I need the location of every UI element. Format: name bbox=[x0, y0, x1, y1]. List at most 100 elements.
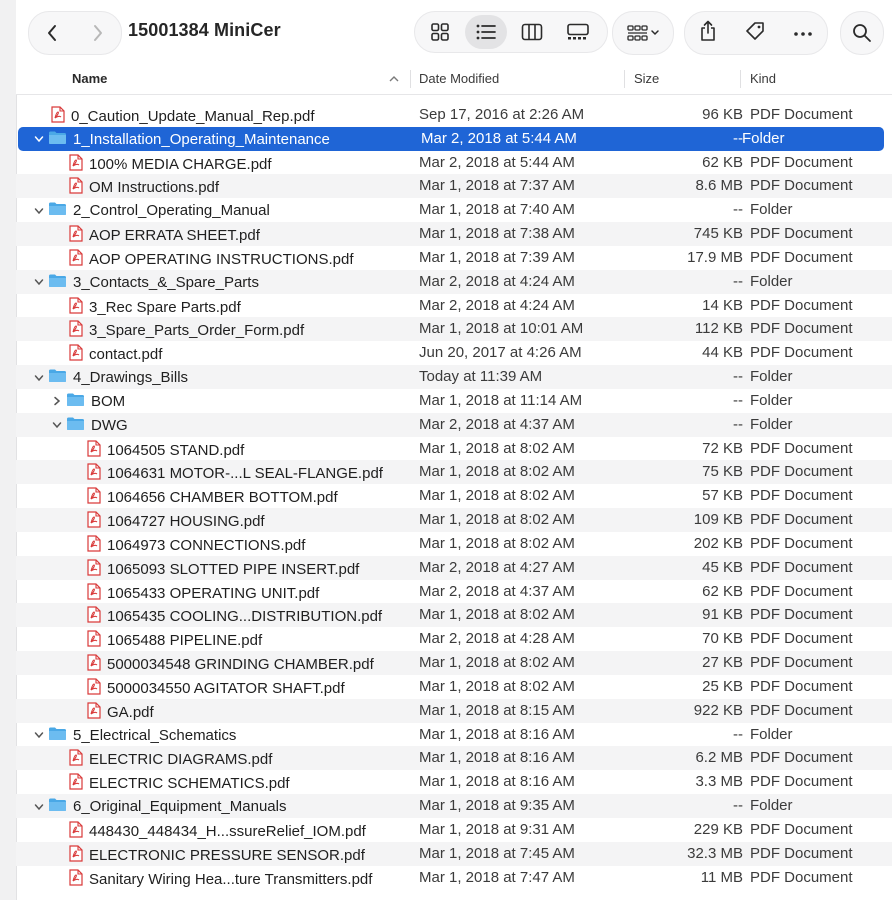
file-row[interactable]: 448430_448434_H...ssureRelief_IOM.pdf Mar… bbox=[16, 818, 892, 842]
folder-icon bbox=[48, 273, 67, 292]
file-row[interactable]: ELECTRIC DIAGRAMS.pdf Mar 1, 2018 at 8:16… bbox=[16, 746, 892, 771]
file-row[interactable]: 1065435 COOLING...DISTRIBUTION.pdf Mar 1,… bbox=[16, 603, 892, 628]
disclosure-expanded-icon[interactable] bbox=[32, 204, 46, 218]
size-cell: 202 KB bbox=[693, 534, 743, 552]
folder-row[interactable]: 4_Drawings_Bills Today at 11:39 AM -- Folde… bbox=[16, 365, 892, 389]
icon-view-button[interactable] bbox=[419, 15, 461, 49]
file-name: 1065433 OPERATING UNIT.pdf bbox=[107, 584, 320, 602]
date-modified-cell: Mar 1, 2018 at 8:16 AM bbox=[419, 725, 575, 743]
size-cell: -- bbox=[733, 201, 743, 219]
size-cell: 32.3 MB bbox=[687, 844, 743, 862]
file-row[interactable]: 1064727 HOUSING.pdf Mar 1, 2018 at 8:02 A… bbox=[16, 508, 892, 532]
name-cell: 3_Spare_Parts_Order_Form.pdf bbox=[50, 320, 304, 341]
name-column-header[interactable]: Name bbox=[72, 71, 107, 86]
file-row[interactable]: AOP ERRATA SHEET.pdf Mar 1, 2018 at 7:38 … bbox=[16, 222, 892, 246]
column-divider[interactable] bbox=[740, 70, 741, 88]
kind-cell: PDF Document bbox=[750, 439, 853, 457]
size-cell: 57 KB bbox=[702, 487, 743, 505]
size-cell: 112 KB bbox=[694, 320, 743, 338]
file-row[interactable]: 5000034550 AGITATOR SHAFT.pdf Mar 1, 2018… bbox=[16, 675, 892, 699]
file-row[interactable]: 3_Spare_Parts_Order_Form.pdf Mar 1, 2018 … bbox=[16, 317, 892, 342]
grid-icon bbox=[431, 23, 449, 41]
file-name: OM Instructions.pdf bbox=[89, 179, 220, 197]
kind-cell: PDF Document bbox=[750, 654, 853, 672]
pdf-file-icon bbox=[69, 868, 83, 890]
action-buttons bbox=[684, 11, 828, 55]
disclosure-collapsed-icon[interactable] bbox=[50, 394, 64, 408]
name-cell: 100% MEDIA CHARGE.pdf bbox=[50, 154, 272, 175]
folder-row[interactable]: 1_Installation_Operating_Maintenance Mar … bbox=[18, 126, 884, 151]
file-name: ELECTRONIC PRESSURE SENSOR.pdf bbox=[89, 846, 365, 864]
size-column-header[interactable]: Size bbox=[634, 71, 659, 86]
file-row[interactable]: 1065093 SLOTTED PIPE INSERT.pdf Mar 2, 20… bbox=[16, 555, 892, 580]
more-button[interactable] bbox=[793, 24, 813, 42]
forward-button[interactable] bbox=[75, 12, 121, 54]
folder-row[interactable]: 5_Electrical_Schematics Mar 1, 2018 at 8:… bbox=[16, 723, 892, 747]
file-row[interactable]: 1064656 CHAMBER BOTTOM.pdf Mar 1, 2018 at… bbox=[16, 484, 892, 508]
group-by-button[interactable] bbox=[612, 11, 674, 55]
kind-column-header[interactable]: Kind bbox=[750, 71, 776, 86]
column-divider[interactable] bbox=[410, 70, 411, 88]
list-view-button[interactable] bbox=[465, 15, 507, 49]
folder-row[interactable]: DWG Mar 2, 2018 at 4:37 AM -- Folder bbox=[16, 412, 892, 437]
name-cell: 0_Caution_Update_Manual_Rep.pdf bbox=[32, 106, 315, 127]
chevron-up-icon[interactable] bbox=[389, 75, 399, 83]
size-cell: 17.9 MB bbox=[687, 248, 743, 266]
name-cell: 1064631 MOTOR-...L SEAL-FLANGE.pdf bbox=[68, 463, 383, 484]
pdf-file-icon bbox=[87, 630, 101, 651]
kind-cell: PDF Document bbox=[750, 344, 853, 362]
date-modified-cell: Mar 1, 2018 at 8:02 AM bbox=[419, 487, 575, 505]
date-modified-cell: Mar 1, 2018 at 7:47 AM bbox=[419, 868, 575, 886]
disclosure-expanded-icon[interactable] bbox=[32, 275, 46, 289]
file-name: GA.pdf bbox=[107, 703, 154, 721]
file-row[interactable]: Sanitary Wiring Hea...ture Transmitters.… bbox=[16, 866, 892, 890]
folder-row[interactable]: 6_Original_Equipment_Manuals Mar 1, 2018 … bbox=[16, 794, 892, 818]
disclosure-expanded-icon[interactable] bbox=[32, 728, 46, 742]
folder-row[interactable]: 2_Control_Operating_Manual Mar 1, 2018 at… bbox=[16, 198, 892, 222]
file-row[interactable]: GA.pdf Mar 1, 2018 at 8:15 AM 922 KB PDF Do… bbox=[16, 698, 892, 723]
file-row[interactable]: 5000034548 GRINDING CHAMBER.pdf Mar 1, 20… bbox=[16, 651, 892, 675]
date-modified-cell: Mar 1, 2018 at 8:02 AM bbox=[419, 439, 575, 457]
file-name: BOM bbox=[91, 392, 126, 410]
size-cell: 3.3 MB bbox=[695, 773, 743, 791]
column-divider[interactable] bbox=[624, 70, 625, 88]
file-name: 100% MEDIA CHARGE.pdf bbox=[89, 155, 272, 173]
date-modified-cell: Mar 2, 2018 at 5:44 AM bbox=[419, 153, 575, 171]
disclosure-expanded-icon[interactable] bbox=[32, 132, 46, 146]
name-cell: ELECTRONIC PRESSURE SENSOR.pdf bbox=[50, 845, 365, 866]
file-row[interactable]: 100% MEDIA CHARGE.pdf Mar 2, 2018 at 5:44… bbox=[16, 151, 892, 175]
file-row[interactable]: 1064505 STAND.pdf Mar 1, 2018 at 8:02 AM 7… bbox=[16, 437, 892, 461]
disclosure-expanded-icon[interactable] bbox=[32, 371, 46, 385]
file-row[interactable]: ELECTRIC SCHEMATICS.pdf Mar 1, 2018 at 8:… bbox=[16, 770, 892, 794]
share-button[interactable] bbox=[699, 20, 717, 47]
file-row[interactable]: contact.pdf Jun 20, 2017 at 4:26 AM 44 KB P… bbox=[16, 341, 892, 365]
file-row[interactable]: 1064631 MOTOR-...L SEAL-FLANGE.pdf Mar 1,… bbox=[16, 460, 892, 485]
file-row[interactable]: 1065433 OPERATING UNIT.pdf Mar 2, 2018 at… bbox=[16, 580, 892, 604]
back-button[interactable] bbox=[29, 12, 75, 54]
disclosure-expanded-icon[interactable] bbox=[50, 418, 64, 432]
file-row[interactable]: AOP OPERATING INSTRUCTIONS.pdf Mar 1, 201… bbox=[16, 246, 892, 270]
kind-cell: PDF Document bbox=[750, 511, 853, 529]
file-row[interactable]: ELECTRONIC PRESSURE SENSOR.pdf Mar 1, 201… bbox=[16, 841, 892, 866]
tag-button[interactable] bbox=[744, 20, 766, 47]
file-row[interactable]: 0_Caution_Update_Manual_Rep.pdf Sep 17, 2… bbox=[16, 103, 892, 127]
date-modified-cell: Mar 1, 2018 at 8:02 AM bbox=[419, 654, 575, 672]
search-button[interactable] bbox=[840, 11, 884, 55]
gallery-view-button[interactable] bbox=[557, 15, 599, 49]
folder-row[interactable]: 3_Contacts_&_Spare_Parts Mar 2, 2018 at 4… bbox=[16, 269, 892, 294]
size-cell: 62 KB bbox=[702, 153, 743, 171]
pdf-file-icon bbox=[69, 225, 83, 246]
column-view-button[interactable] bbox=[511, 15, 553, 49]
file-row[interactable]: 1064973 CONNECTIONS.pdf Mar 1, 2018 at 8:… bbox=[16, 532, 892, 556]
file-row[interactable]: 1065488 PIPELINE.pdf Mar 2, 2018 at 4:28 … bbox=[16, 627, 892, 651]
folder-row[interactable]: BOM Mar 1, 2018 at 11:14 AM -- Folder bbox=[16, 389, 892, 413]
kind-cell: PDF Document bbox=[750, 296, 853, 314]
file-name: AOP OPERATING INSTRUCTIONS.pdf bbox=[89, 250, 354, 268]
file-row[interactable]: OM Instructions.pdf Mar 1, 2018 at 7:37 A… bbox=[16, 174, 892, 199]
name-cell: 1064973 CONNECTIONS.pdf bbox=[68, 535, 305, 556]
date-column-header[interactable]: Date Modified bbox=[419, 71, 499, 86]
file-row[interactable]: 3_Rec Spare Parts.pdf Mar 2, 2018 at 4:24… bbox=[16, 294, 892, 318]
size-cell: 8.6 MB bbox=[695, 177, 743, 195]
disclosure-expanded-icon[interactable] bbox=[32, 800, 46, 814]
search-icon bbox=[853, 24, 871, 42]
